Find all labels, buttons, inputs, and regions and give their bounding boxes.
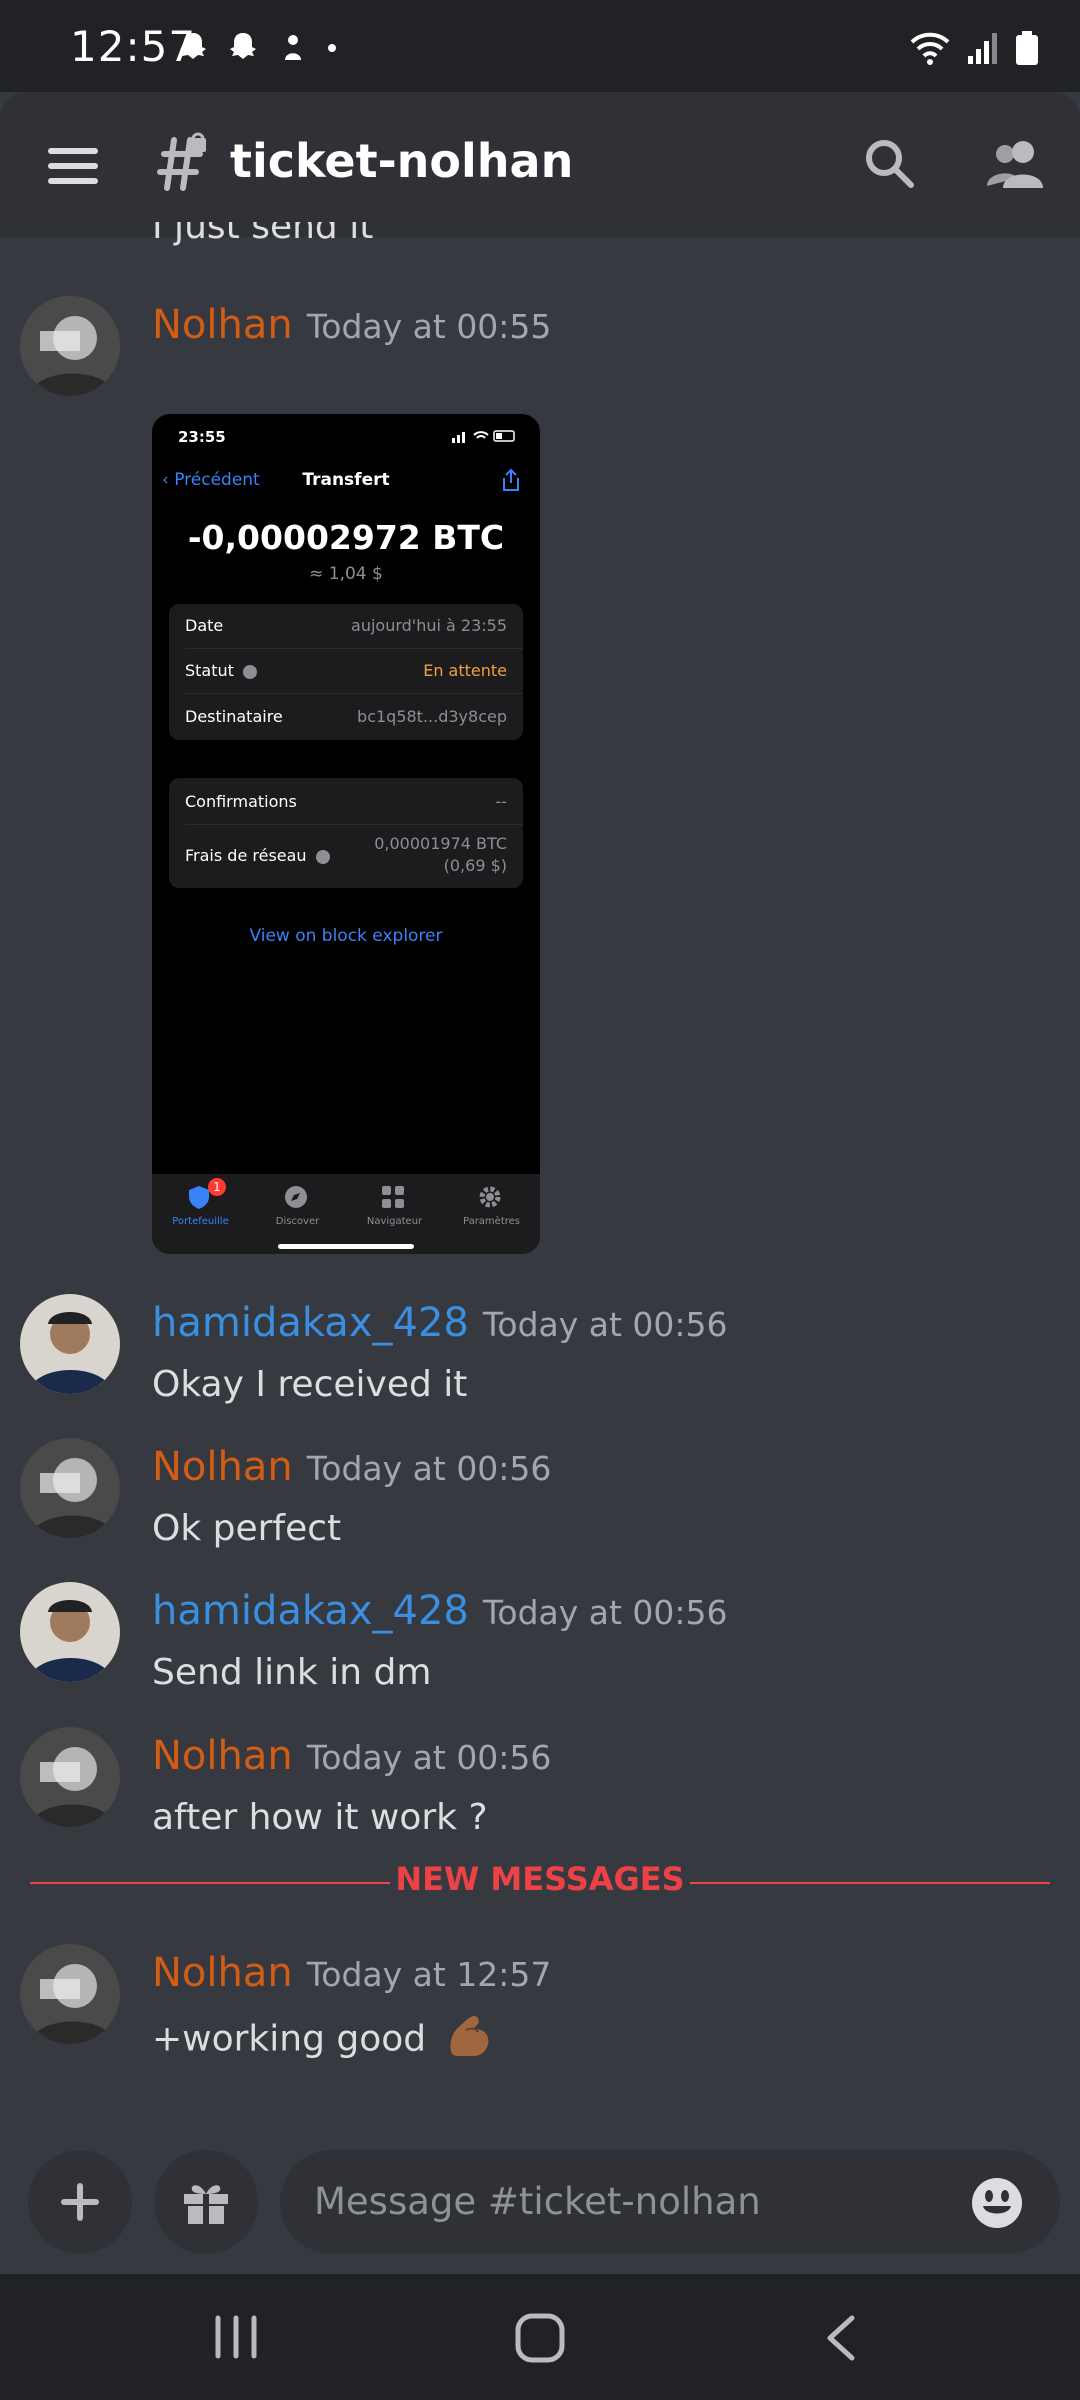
add-attachment-button[interactable] [28,2150,132,2254]
dot-icon [328,44,336,52]
back-icon[interactable] [822,2314,862,2362]
flexed-biceps-emoji [446,2014,492,2067]
gift-button[interactable] [154,2150,258,2254]
avatar[interactable] [20,1438,120,1538]
attachment-image[interactable]: 23:55 ‹ Précédent Transfert -0,00002972 … [152,414,540,1254]
message-timestamp: Today at 00:56 [482,1305,728,1344]
home-indicator [278,1244,414,1249]
phone-status-icon [452,430,515,443]
message-timestamp: Today at 00:56 [306,1738,552,1777]
compass-icon [285,1186,307,1208]
phone-title: Transfert [302,470,390,490]
emoji-icon[interactable] [970,2176,1024,2230]
avatar[interactable] [20,1944,120,2044]
status-bar: 12:57 [0,0,1080,92]
message-text: +working good [152,2014,492,2067]
message-author[interactable]: Nolhan Today at 00:56 [152,1444,551,1490]
menu-button[interactable] [48,148,98,184]
message-timestamp: Today at 12:57 [306,1955,552,1994]
locked-channel-icon [157,132,206,191]
search-icon[interactable] [862,136,916,190]
message-author[interactable]: Nolhan Today at 12:57 [152,1950,551,1996]
battery-icon [1016,31,1038,65]
message-timestamp: Today at 00:55 [306,307,552,346]
channel-header: ticket-nolhan [0,92,1080,237]
notification-icon [285,35,301,60]
avatar[interactable] [20,1294,120,1394]
message-text: after how it work ? [152,1797,488,1838]
home-icon[interactable] [514,2312,566,2364]
fees-card: Confirmations -- Frais de réseau 0,000019… [169,778,523,888]
share-icon [503,468,519,491]
message-author[interactable]: hamidakax_428 Today at 00:56 [152,1300,728,1346]
phone-fiat: ≈ 1,04 $ [309,564,383,584]
settings-gear-icon [479,1186,501,1208]
avatar[interactable] [20,296,120,396]
message-input-placeholder: Message #ticket-nolhan [314,2180,761,2223]
message-input[interactable]: Message #ticket-nolhan [280,2150,1060,2254]
channel-title: ticket-nolhan [230,134,574,188]
notification-badge: 1 [208,1178,226,1196]
explorer-link: View on block explorer [249,926,443,946]
message-text: Ok perfect [152,1508,342,1549]
system-navigation-bar [0,2274,1080,2400]
phone-amount: -0,00002972 BTC [187,518,505,557]
message-text: Okay I received it [152,1364,468,1405]
snapchat-icon [230,33,256,59]
members-icon[interactable] [985,136,1045,190]
snapchat-icon [180,33,206,59]
message-timestamp: Today at 00:56 [482,1593,728,1632]
partial-message: I just send it [152,222,374,247]
message-author[interactable]: Nolhan Today at 00:55 [152,302,551,348]
recent-apps-icon[interactable] [212,2314,260,2360]
new-messages-divider: NEW MESSAGES [30,1860,1050,1904]
plus-icon [61,2183,99,2221]
avatar[interactable] [20,1727,120,1827]
gift-icon [184,2185,228,2224]
phone-time: 23:55 [178,428,226,446]
wifi-icon [910,32,950,65]
transaction-details-card: Date aujourd'hui à 23:55 Statut En attent… [169,604,523,740]
new-messages-label: NEW MESSAGES [395,1860,685,1898]
phone-tab-bar: 1 Portefeuille Discover Navigateur Param… [152,1174,540,1254]
browser-grid-icon [382,1186,404,1208]
signal-icon [968,33,997,64]
message-text: Send link in dm [152,1652,432,1693]
message-timestamp: Today at 00:56 [306,1449,552,1488]
message-author[interactable]: Nolhan Today at 00:56 [152,1733,551,1779]
message-author[interactable]: hamidakax_428 Today at 00:56 [152,1588,728,1634]
avatar[interactable] [20,1582,120,1682]
